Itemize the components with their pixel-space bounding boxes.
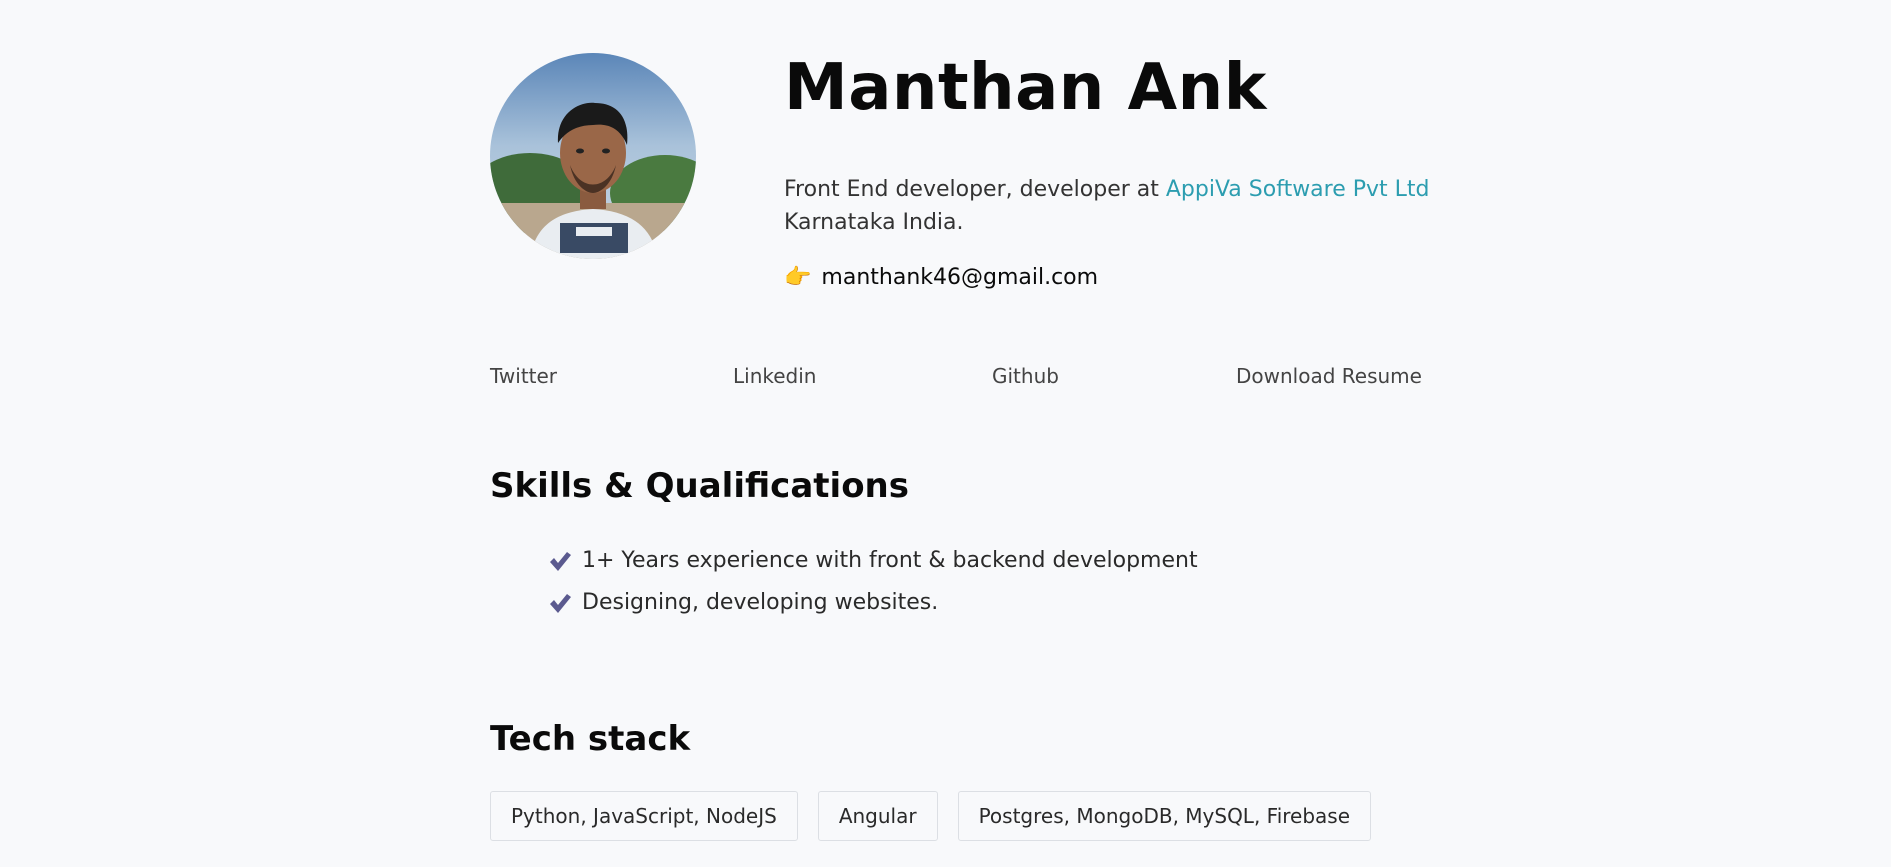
avatar-photo (490, 53, 696, 259)
download-resume-link[interactable]: Download Resume (1236, 362, 1422, 390)
check-icon (550, 552, 571, 571)
email-link[interactable]: manthank46@gmail.com (821, 261, 1098, 294)
tech-tag: Angular (817, 791, 938, 841)
skill-text: 1+ Years experience with front & backend… (582, 548, 1198, 573)
tech-tag: Python, JavaScript, NodeJS (490, 791, 798, 841)
company-link[interactable]: AppiVa Software Pvt Ltd (1166, 177, 1430, 202)
skill-text: Designing, developing websites. (582, 590, 939, 615)
profile-bio: Front End developer, developer at AppiVa… (784, 173, 1430, 239)
linkedin-link[interactable]: Linkedin (733, 362, 816, 390)
tech-tag: Postgres, MongoDB, MySQL, Firebase (957, 791, 1372, 841)
profile-page: Manthan Ank Front End developer, develop… (0, 0, 1891, 867)
tech-stack-tags: Python, JavaScript, NodeJS Angular Postg… (490, 791, 1391, 841)
profile-name: Manthan Ank (784, 51, 1267, 125)
bio-role-text: Front End developer, developer at (784, 177, 1166, 202)
list-item: Designing, developing websites. (548, 582, 1198, 624)
bio-location-text: Karnataka India. (784, 210, 964, 235)
twitter-link[interactable]: Twitter (490, 362, 557, 390)
list-item: 1+ Years experience with front & backend… (548, 540, 1198, 582)
skills-heading: Skills & Qualifications (490, 466, 909, 506)
tech-stack-heading: Tech stack (490, 719, 691, 759)
pointing-right-icon: 👉 (784, 265, 812, 290)
skills-list: 1+ Years experience with front & backend… (548, 540, 1198, 624)
avatar (490, 53, 696, 259)
check-icon (550, 594, 571, 613)
email-row: 👉 manthank46@gmail.com (784, 261, 1098, 294)
github-link[interactable]: Github (992, 362, 1059, 390)
